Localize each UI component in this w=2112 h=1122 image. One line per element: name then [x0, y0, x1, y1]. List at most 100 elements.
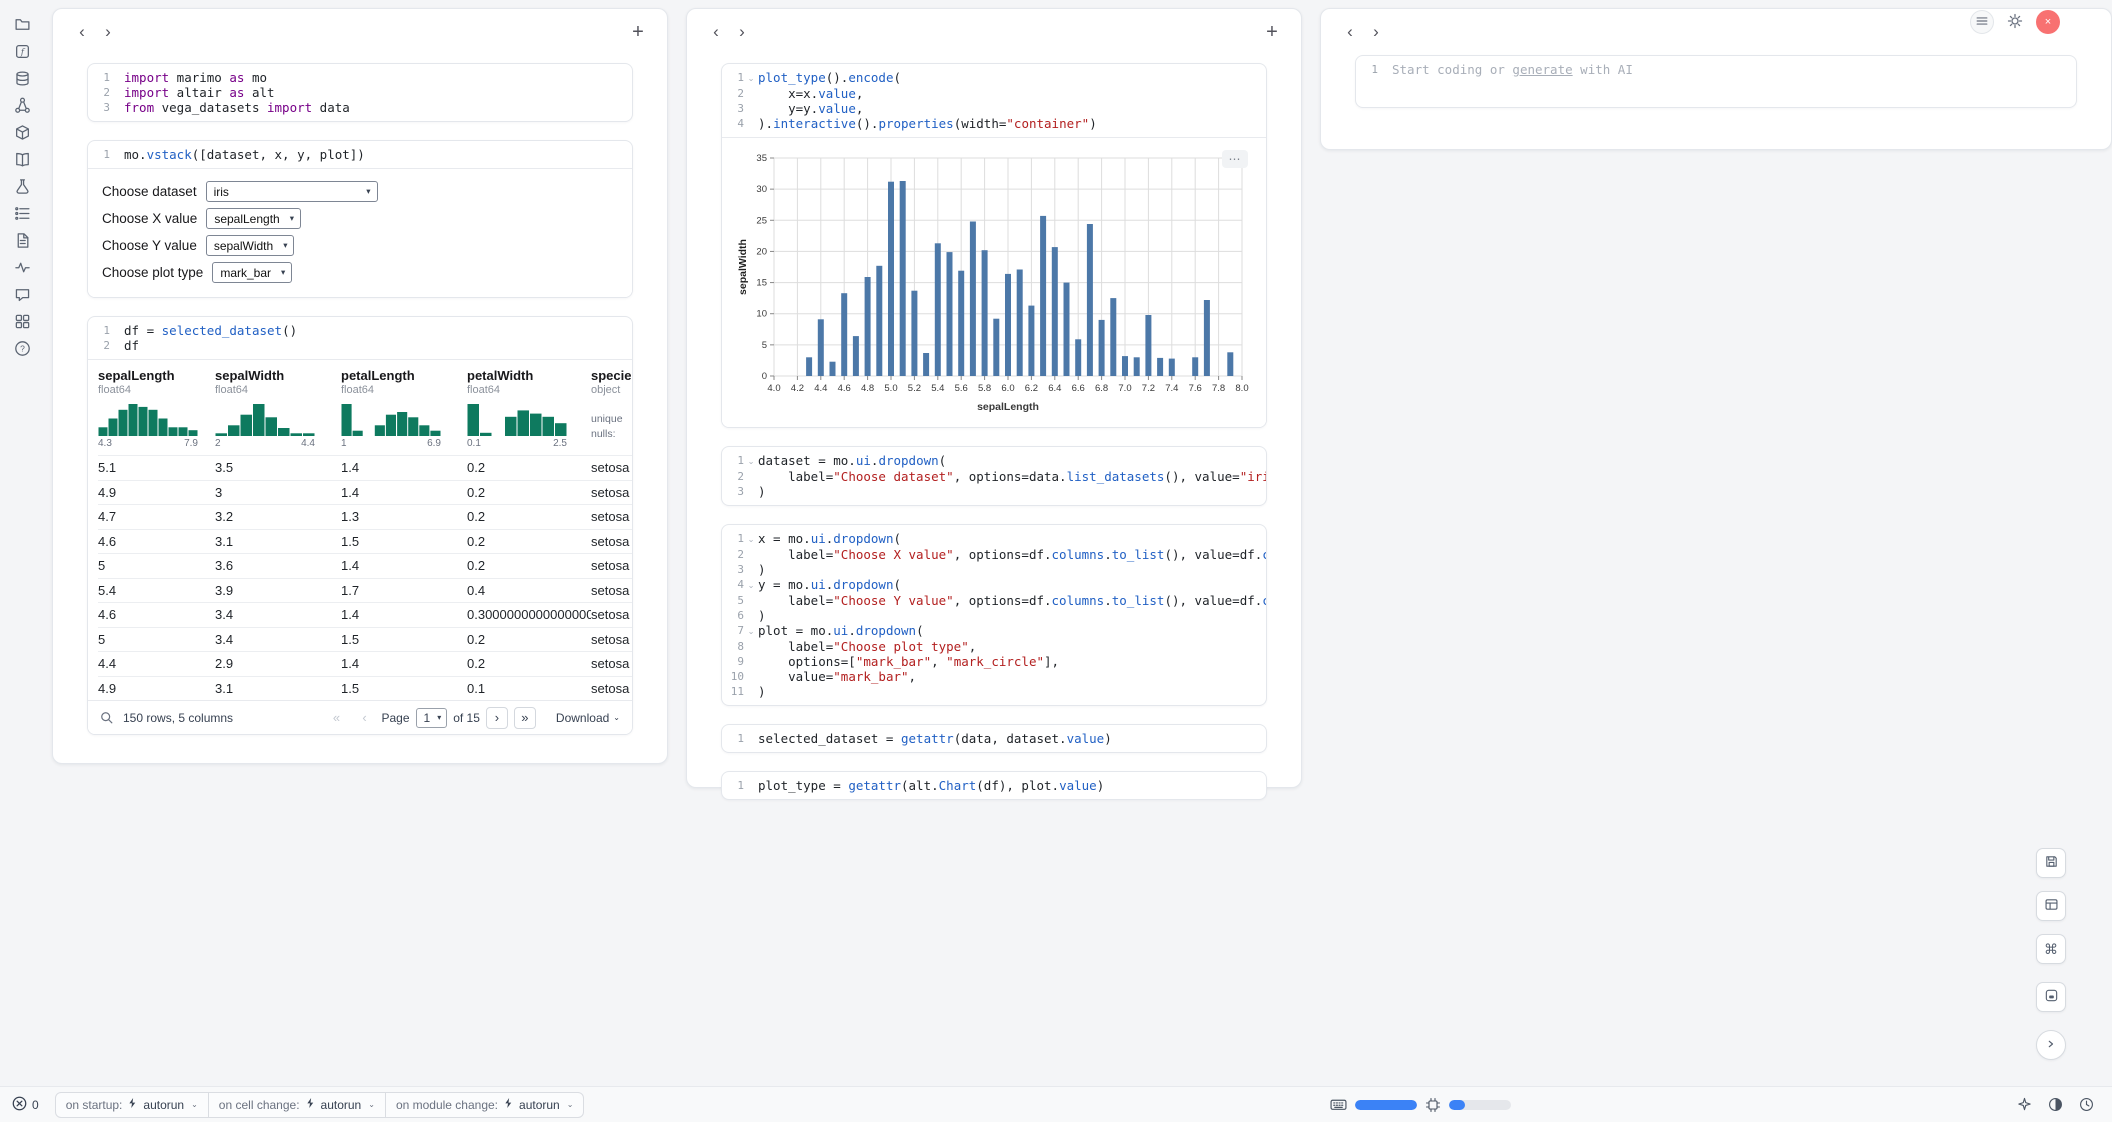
save-button[interactable]: [2036, 848, 2066, 878]
code-line: 2 x=x.value,: [722, 86, 1266, 101]
sparkles-icon[interactable]: [2017, 1097, 2032, 1112]
on-module-change-config[interactable]: on module change: autorun ⌄: [386, 1092, 584, 1118]
scratchpad-icon[interactable]: [9, 178, 35, 195]
run-all-button[interactable]: [2036, 1030, 2066, 1060]
table-footer: 150 rows, 5 columns « ‹ Page 1▾ of 15 › …: [88, 700, 632, 734]
datasources-icon[interactable]: [9, 70, 35, 87]
table-row[interactable]: 4.63.41.40.30000000000000004setosa: [98, 602, 632, 627]
column-header[interactable]: sepalLengthfloat644.37.9: [98, 368, 215, 449]
column-header[interactable]: petalLengthfloat6416.9: [341, 368, 467, 449]
table-row[interactable]: 4.63.11.50.2setosa: [98, 529, 632, 554]
help-icon[interactable]: ?: [9, 340, 35, 357]
column-prev-button[interactable]: ‹: [69, 20, 95, 44]
gear-icon: [2007, 13, 2023, 32]
code-editor[interactable]: 1mo.vstack([dataset, x, y, plot]): [88, 141, 632, 168]
editor-placeholder: Start coding or generate with AI: [1392, 62, 2076, 77]
code-editor[interactable]: 1import marimo as mo2import altair as al…: [88, 64, 632, 121]
outline-icon[interactable]: [9, 205, 35, 222]
table-row[interactable]: 5.43.91.70.4setosa: [98, 578, 632, 603]
empty-code-cell: 1 Start coding or generate with AI: [1355, 55, 2077, 108]
table-row[interactable]: 53.41.50.2setosa: [98, 627, 632, 652]
table-row[interactable]: 4.931.40.2setosa: [98, 480, 632, 505]
next-page-button[interactable]: ›: [486, 707, 508, 729]
code-editor[interactable]: 1⌄x = mo.ui.dropdown(2 label="Choose X v…: [722, 525, 1266, 705]
search-icon[interactable]: [100, 711, 114, 725]
code-editor[interactable]: 1⌄plot_type().encode(2 x=x.value,3 y=y.v…: [722, 64, 1266, 137]
svg-text:4.6: 4.6: [838, 383, 851, 394]
svg-text:?: ?: [20, 343, 25, 353]
file-explorer-icon[interactable]: [9, 16, 35, 33]
extensions-icon[interactable]: [9, 313, 35, 330]
logs-icon[interactable]: [9, 232, 35, 249]
packages-icon[interactable]: [9, 124, 35, 141]
svg-text:6.6: 6.6: [1072, 383, 1085, 394]
dropdown-label: Choose Y value: [102, 238, 197, 253]
code-line: 6): [722, 608, 1266, 623]
code-editor[interactable]: 1plot_type = getattr(alt.Chart(df), plot…: [722, 772, 1266, 799]
column-prev-button[interactable]: ‹: [1337, 20, 1363, 44]
last-page-button[interactable]: »: [514, 707, 536, 729]
svg-text:7.8: 7.8: [1212, 383, 1225, 394]
dependencies-icon[interactable]: [9, 97, 35, 114]
x-value-select[interactable]: sepalLength▾: [206, 208, 301, 229]
contrast-icon[interactable]: [2048, 1097, 2063, 1112]
table-row[interactable]: 4.42.91.40.2setosa: [98, 651, 632, 676]
prev-page-button[interactable]: ‹: [353, 707, 375, 729]
keyboard-icon: [1330, 1096, 1347, 1113]
chart-actions-button[interactable]: ⋯: [1222, 150, 1248, 168]
add-cell-button[interactable]: +: [1259, 19, 1285, 45]
errors-indicator[interactable]: 0: [12, 1096, 39, 1114]
code-editor[interactable]: 1⌄dataset = mo.ui.dropdown(2 label="Choo…: [722, 447, 1266, 505]
code-cell-imports: 1import marimo as mo2import altair as al…: [87, 63, 633, 122]
shutdown-button[interactable]: ×: [2036, 10, 2060, 34]
hamburger-icon: [1975, 14, 1989, 31]
code-editor[interactable]: 1selected_dataset = getattr(data, datase…: [722, 725, 1266, 752]
functions-icon[interactable]: f: [9, 43, 35, 60]
clock-icon[interactable]: [2079, 1097, 2094, 1112]
dataset-select[interactable]: iris▾: [206, 181, 378, 202]
selected-value: mark_bar: [220, 266, 271, 280]
chevron-down-icon: ▾: [366, 186, 370, 197]
svg-text:20: 20: [756, 246, 767, 257]
column-next-button[interactable]: ›: [1363, 20, 1389, 44]
tracing-icon[interactable]: [9, 259, 35, 276]
documentation-icon[interactable]: [9, 151, 35, 168]
settings-button[interactable]: [2003, 10, 2027, 34]
save-icon: [2044, 854, 2059, 872]
dataset-control-row: Choose dataset iris▾: [102, 181, 618, 202]
altair-chart[interactable]: 4.04.24.44.64.85.05.25.45.65.86.06.26.46…: [734, 148, 1258, 421]
code-editor[interactable]: 1df = selected_dataset()2df: [88, 317, 632, 359]
layout-button[interactable]: [2036, 891, 2066, 921]
code-line: 1⌄x = mo.ui.dropdown(: [722, 531, 1266, 547]
table-row[interactable]: 4.73.21.30.2setosa: [98, 504, 632, 529]
on-startup-config[interactable]: on startup: autorun ⌄: [55, 1092, 209, 1118]
column-header[interactable]: speciesobjectuniquenulls:: [591, 368, 632, 449]
code-cell-selected-dataset: 1selected_dataset = getattr(data, datase…: [721, 724, 1267, 753]
column-next-button[interactable]: ›: [729, 20, 755, 44]
add-cell-button[interactable]: +: [625, 19, 651, 45]
column-header[interactable]: petalWidthfloat640.12.5: [467, 368, 591, 449]
chart-svg: 4.04.24.44.64.85.05.25.45.65.86.06.26.46…: [734, 148, 1250, 416]
generate-with-ai-link[interactable]: generate: [1512, 62, 1572, 77]
plot-type-select[interactable]: mark_bar▾: [212, 262, 292, 283]
command-palette-button[interactable]: ⌘: [2036, 934, 2066, 964]
table-row[interactable]: 5.13.51.40.2setosa: [98, 455, 632, 480]
menu-button[interactable]: [1970, 10, 1994, 34]
dataframe-table[interactable]: sepalLengthfloat644.37.9sepalWidthfloat6…: [88, 360, 632, 700]
code-line: 1selected_dataset = getattr(data, datase…: [722, 731, 1266, 746]
helper-panel-button[interactable]: [2036, 982, 2066, 1012]
memory-chip-icon: [1425, 1097, 1441, 1113]
chat-icon[interactable]: [9, 286, 35, 303]
on-cell-change-config[interactable]: on cell change: autorun ⌄: [209, 1092, 386, 1118]
table-row[interactable]: 53.61.40.2setosa: [98, 553, 632, 578]
page-select[interactable]: 1▾: [416, 708, 448, 728]
column-header[interactable]: sepalWidthfloat6424.4: [215, 368, 341, 449]
code-editor[interactable]: 1 Start coding or generate with AI: [1356, 56, 2076, 107]
first-page-button[interactable]: «: [325, 707, 347, 729]
download-button[interactable]: Download⌄: [556, 711, 620, 725]
table-row[interactable]: 4.93.11.50.1setosa: [98, 676, 632, 701]
column-next-button[interactable]: ›: [95, 20, 121, 44]
y-value-select[interactable]: sepalWidth▾: [206, 235, 295, 256]
svg-text:sepalWidth: sepalWidth: [737, 239, 749, 295]
column-prev-button[interactable]: ‹: [703, 20, 729, 44]
